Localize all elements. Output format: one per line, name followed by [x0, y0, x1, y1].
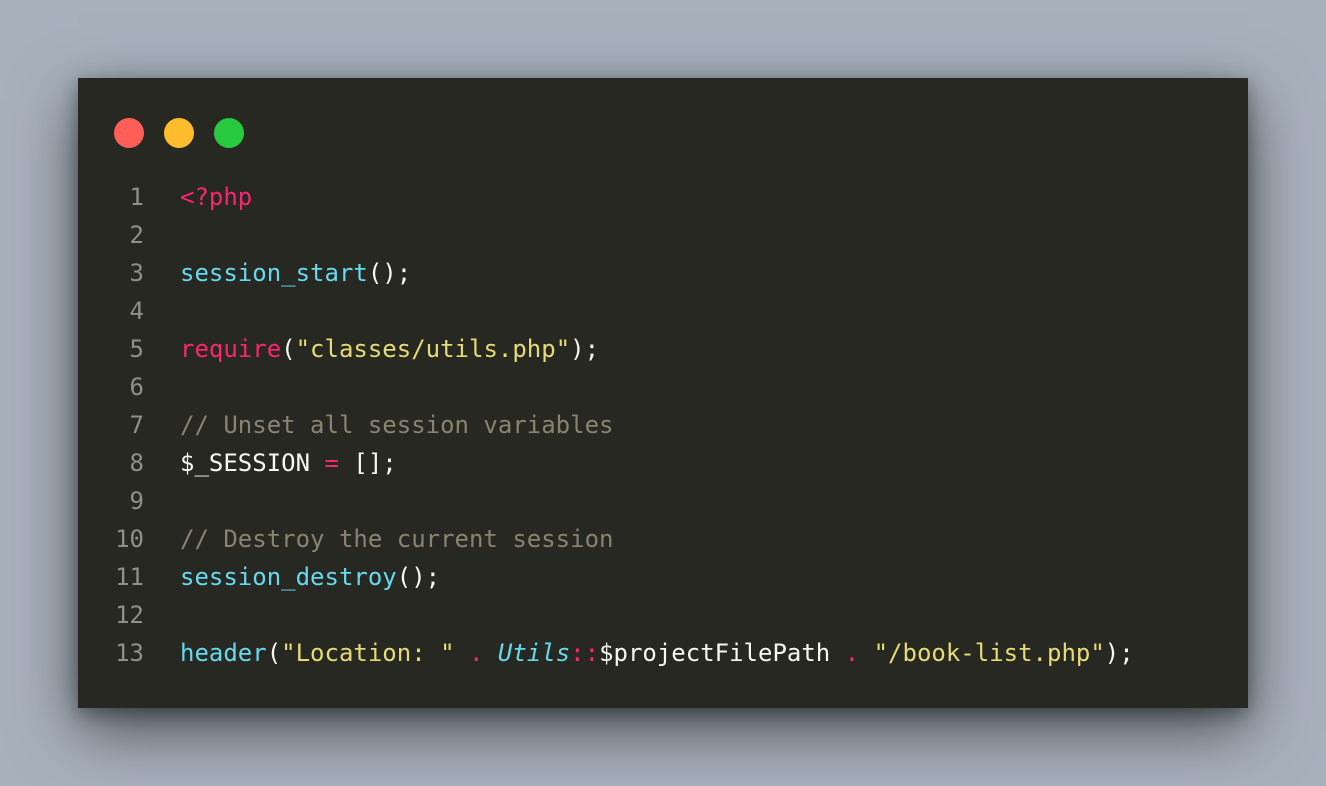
line-number: 6	[129, 373, 144, 401]
line-content	[144, 596, 180, 634]
line-number: 4	[129, 297, 144, 325]
code-token: ();	[367, 259, 412, 287]
line-content: session_start();	[144, 254, 411, 292]
line-number: 3	[129, 259, 144, 287]
maximize-button[interactable]	[214, 118, 244, 148]
code-line: 11 session_destroy();	[78, 558, 1134, 596]
line-content	[144, 292, 180, 330]
code-window: 1 <?php 2 3 session_start(); 4 5 require("class…	[78, 78, 1248, 708]
close-button[interactable]	[114, 118, 144, 148]
line-number: 9	[129, 487, 144, 515]
line-content: // Unset all session variables	[144, 406, 613, 444]
minimize-button[interactable]	[164, 118, 194, 148]
code-token: // Destroy the current session	[180, 525, 614, 553]
code-line: 7 // Unset all session variables	[78, 406, 1134, 444]
code-token: .	[844, 639, 860, 667]
code-token: $_SESSION	[180, 449, 325, 477]
code-token: header	[180, 639, 267, 667]
code-token: // Unset all session variables	[180, 411, 614, 439]
code-token: ::	[570, 639, 600, 667]
code-token: <?php	[180, 183, 253, 211]
code-line: 5 require("classes/utils.php");	[78, 330, 1134, 368]
line-content: $_SESSION = [];	[144, 444, 397, 482]
line-number: 13	[115, 639, 144, 667]
code-token: =	[324, 449, 339, 477]
code-token: (	[266, 639, 282, 667]
line-content: // Destroy the current session	[144, 520, 613, 558]
code-line: 6	[78, 368, 1134, 406]
line-number: 11	[115, 563, 144, 591]
line-content: <?php	[144, 178, 252, 216]
line-number: 10	[115, 525, 144, 553]
code-token: (	[281, 335, 296, 363]
code-token: [];	[338, 449, 397, 477]
window-controls	[114, 118, 244, 148]
code-line: 13 header("Location: " . Utils::$projectF…	[78, 634, 1134, 672]
line-number: 12	[115, 601, 144, 629]
code-token: .	[469, 639, 484, 667]
line-number: 1	[129, 183, 144, 211]
line-content	[144, 216, 180, 254]
code-token: session_destroy	[180, 563, 397, 591]
code-token: );	[570, 335, 600, 363]
code-token: "classes/utils.php"	[295, 335, 571, 363]
code-line: 10 // Destroy the current session	[78, 520, 1134, 558]
line-content: header("Location: " . Utils::$projectFil…	[144, 634, 1134, 672]
code-token: session_start	[180, 259, 368, 287]
line-number: 5	[129, 335, 144, 363]
line-content	[144, 482, 180, 520]
code-editor: 1 <?php 2 3 session_start(); 4 5 require("class…	[78, 178, 1134, 672]
code-line: 8 $_SESSION = [];	[78, 444, 1134, 482]
code-line: 3 session_start();	[78, 254, 1134, 292]
line-number: 7	[129, 411, 144, 439]
line-number: 2	[129, 221, 144, 249]
line-number: 8	[129, 449, 144, 477]
code-token: $projectFilePath	[599, 639, 845, 667]
code-token: ();	[396, 563, 441, 591]
code-line: 9	[78, 482, 1134, 520]
code-token: require	[180, 335, 282, 363]
code-token: "Location: "	[281, 639, 455, 667]
code-line: 4	[78, 292, 1134, 330]
code-line: 2	[78, 216, 1134, 254]
code-line: 1 <?php	[78, 178, 1134, 216]
code-token: "/book-list.php"	[873, 639, 1105, 667]
code-token: Utils	[497, 639, 571, 667]
code-line: 12	[78, 596, 1134, 634]
line-content	[144, 368, 180, 406]
code-token: );	[1104, 639, 1134, 667]
line-content: require("classes/utils.php");	[144, 330, 599, 368]
line-content: session_destroy();	[144, 558, 440, 596]
